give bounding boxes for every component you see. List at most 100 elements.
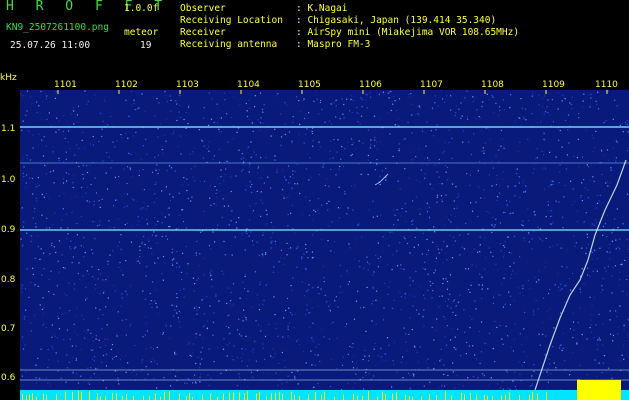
noise-speck: [198, 307, 200, 309]
noise-speck: [586, 164, 588, 166]
noise-speck: [609, 243, 611, 245]
noise-speck: [173, 258, 175, 260]
noise-speck: [447, 298, 449, 300]
noise-speck: [480, 321, 483, 323]
noise-speck: [337, 306, 339, 308]
noise-speck: [65, 151, 67, 153]
noise-speck: [241, 235, 243, 237]
noise-speck: [105, 387, 107, 389]
noise-speck: [294, 170, 296, 173]
noise-speck: [571, 204, 573, 206]
noise-speck: [491, 224, 493, 226]
noise-speck: [285, 309, 287, 312]
meteor-bar: [72, 391, 73, 400]
noise-speck: [452, 362, 454, 364]
meteor-bar: [405, 394, 406, 400]
noise-speck: [223, 179, 225, 182]
noise-speck: [52, 224, 54, 226]
noise-speck: [277, 335, 279, 337]
noise-speck: [82, 131, 84, 133]
noise-speck: [67, 141, 69, 143]
noise-speck: [330, 323, 332, 325]
noise-speck: [497, 269, 499, 271]
noise-speck: [330, 103, 332, 105]
noise-speck: [488, 174, 490, 176]
noise-speck: [330, 140, 332, 142]
frequency-tick: 0.7: [1, 324, 16, 334]
noise-speck: [616, 141, 618, 143]
noise-speck: [543, 113, 545, 115]
noise-speck: [396, 250, 398, 252]
noise-speck: [442, 152, 444, 154]
meteor-bar: [308, 394, 309, 400]
noise-speck: [593, 250, 595, 252]
noise-speck: [117, 218, 119, 220]
noise-speck: [417, 361, 419, 363]
noise-speck: [141, 359, 143, 361]
noise-speck: [202, 347, 204, 349]
noise-speck: [399, 291, 401, 293]
noise-speck: [425, 145, 427, 147]
noise-speck: [490, 377, 492, 379]
noise-speck: [219, 131, 221, 133]
noise-speck: [518, 151, 520, 153]
noise-speck: [506, 236, 509, 238]
noise-speck: [462, 385, 464, 387]
noise-speck: [152, 281, 154, 283]
noise-speck: [443, 241, 445, 243]
noise-speck: [504, 246, 506, 248]
noise-speck: [107, 124, 109, 126]
noise-speck: [414, 346, 416, 348]
noise-speck: [365, 374, 367, 376]
noise-speck: [544, 188, 546, 190]
noise-speck: [516, 168, 518, 170]
noise-speck: [230, 291, 232, 293]
meteor-bar: [294, 394, 295, 400]
noise-speck: [561, 94, 563, 96]
noise-speck: [165, 140, 167, 142]
noise-speck: [351, 361, 354, 363]
noise-speck: [176, 370, 178, 373]
noise-speck: [555, 156, 557, 158]
noise-speck: [256, 172, 259, 174]
noise-speck: [244, 348, 247, 350]
noise-speck: [455, 314, 457, 316]
meteor-bar: [487, 396, 488, 400]
noise-speck: [560, 283, 562, 285]
noise-speck: [125, 371, 127, 373]
noise-speck: [92, 144, 94, 146]
noise-speck: [154, 115, 156, 117]
noise-speck: [367, 129, 369, 131]
noise-speck: [479, 251, 481, 253]
noise-speck: [367, 94, 369, 96]
noise-speck: [617, 246, 619, 249]
noise-speck: [606, 180, 609, 183]
noise-speck: [295, 96, 298, 98]
noise-speck: [251, 306, 253, 308]
noise-speck: [106, 324, 108, 326]
noise-speck: [572, 321, 575, 323]
noise-speck: [107, 260, 109, 262]
noise-speck: [188, 341, 191, 343]
noise-speck: [47, 349, 49, 351]
noise-speck: [178, 310, 180, 312]
meteor-bar: [155, 393, 156, 400]
noise-speck: [552, 245, 554, 247]
noise-speck: [182, 209, 184, 211]
noise-speck: [541, 97, 544, 99]
noise-speck: [462, 141, 464, 143]
noise-speck: [352, 209, 354, 211]
noise-speck: [21, 207, 23, 209]
noise-speck: [576, 221, 578, 223]
noise-speck: [397, 219, 399, 221]
noise-speck: [21, 246, 23, 248]
noise-speck: [202, 140, 204, 142]
noise-speck: [214, 241, 216, 243]
noise-speck: [426, 363, 428, 365]
noise-speck: [396, 209, 398, 211]
noise-speck: [189, 153, 191, 155]
noise-speck: [236, 131, 238, 133]
noise-speck: [182, 252, 184, 254]
noise-speck: [609, 310, 611, 312]
noise-speck: [537, 308, 539, 310]
